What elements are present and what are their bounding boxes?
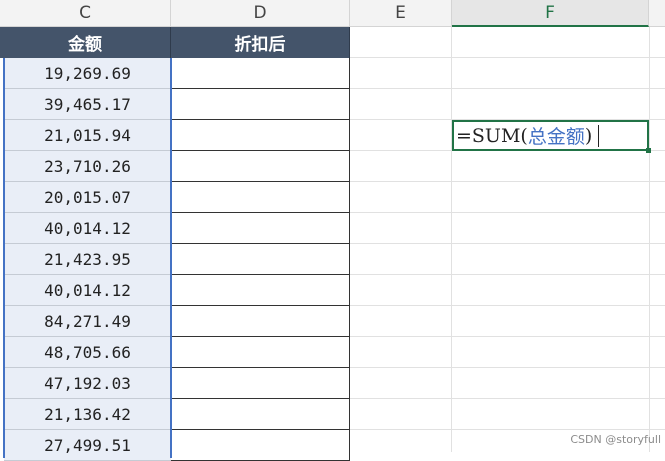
discount-cell[interactable] <box>171 89 350 120</box>
column-header-f[interactable]: F <box>452 0 649 27</box>
discount-cell[interactable] <box>171 151 350 182</box>
amount-cell[interactable]: 19,269.69 <box>4 58 171 89</box>
gridline <box>350 212 665 213</box>
watermark: CSDN @storyfull <box>570 433 661 446</box>
discount-cell[interactable] <box>171 399 350 430</box>
text-cursor <box>598 124 600 147</box>
gridline <box>350 243 665 244</box>
discount-cell[interactable] <box>171 244 350 275</box>
amount-cell[interactable]: 40,014.12 <box>4 213 171 244</box>
gridline <box>350 274 665 275</box>
column-header-g[interactable] <box>649 0 665 27</box>
discount-cell[interactable] <box>171 275 350 306</box>
amount-cell[interactable]: 27,499.51 <box>4 430 171 461</box>
amount-cell[interactable]: 47,192.03 <box>4 368 171 399</box>
amount-cell[interactable]: 20,015.07 <box>4 182 171 213</box>
discount-cell[interactable] <box>171 182 350 213</box>
amount-cell[interactable]: 23,710.26 <box>4 151 171 182</box>
gridline <box>649 27 650 452</box>
discount-cell[interactable] <box>171 337 350 368</box>
gridline <box>350 181 665 182</box>
column-header-c[interactable]: C <box>0 0 171 27</box>
header-cell-discounted[interactable]: 折扣后 <box>171 27 350 58</box>
amount-cell[interactable]: 21,423.95 <box>4 244 171 275</box>
header-cell-amount[interactable]: 金额 <box>0 27 171 58</box>
discount-cell[interactable] <box>171 306 350 337</box>
discount-cell[interactable] <box>171 213 350 244</box>
amount-cell[interactable]: 21,015.94 <box>4 120 171 151</box>
amount-cell[interactable]: 21,136.42 <box>4 399 171 430</box>
gridline <box>350 336 665 337</box>
discount-cell[interactable] <box>171 430 350 461</box>
gridline <box>350 57 665 58</box>
amount-cell[interactable]: 39,465.17 <box>4 89 171 120</box>
discount-cell[interactable] <box>171 58 350 89</box>
gridline <box>350 398 665 399</box>
discount-cell[interactable] <box>171 120 350 151</box>
gridline <box>350 88 665 89</box>
column-header-e[interactable]: E <box>350 0 452 27</box>
formula-edit-cell[interactable]: =SUM(总金额) <box>452 120 649 151</box>
column-header-d[interactable]: D <box>171 0 350 27</box>
gridline <box>350 367 665 368</box>
gridline <box>350 305 665 306</box>
gridline <box>451 27 452 452</box>
formula-suffix: ) <box>584 124 593 147</box>
amount-cell[interactable]: 40,014.12 <box>4 275 171 306</box>
fill-handle[interactable] <box>646 148 651 153</box>
formula-name-reference: 总金额 <box>527 126 585 148</box>
amount-cell[interactable]: 84,271.49 <box>4 306 171 337</box>
amount-cell[interactable]: 48,705.66 <box>4 337 171 368</box>
discount-cell[interactable] <box>171 368 350 399</box>
spreadsheet-grid: C D E F 金额 折扣后 19,269.69 39,465.17 21,01… <box>0 0 665 461</box>
formula-prefix: =SUM( <box>456 124 528 147</box>
gridline <box>350 429 665 430</box>
